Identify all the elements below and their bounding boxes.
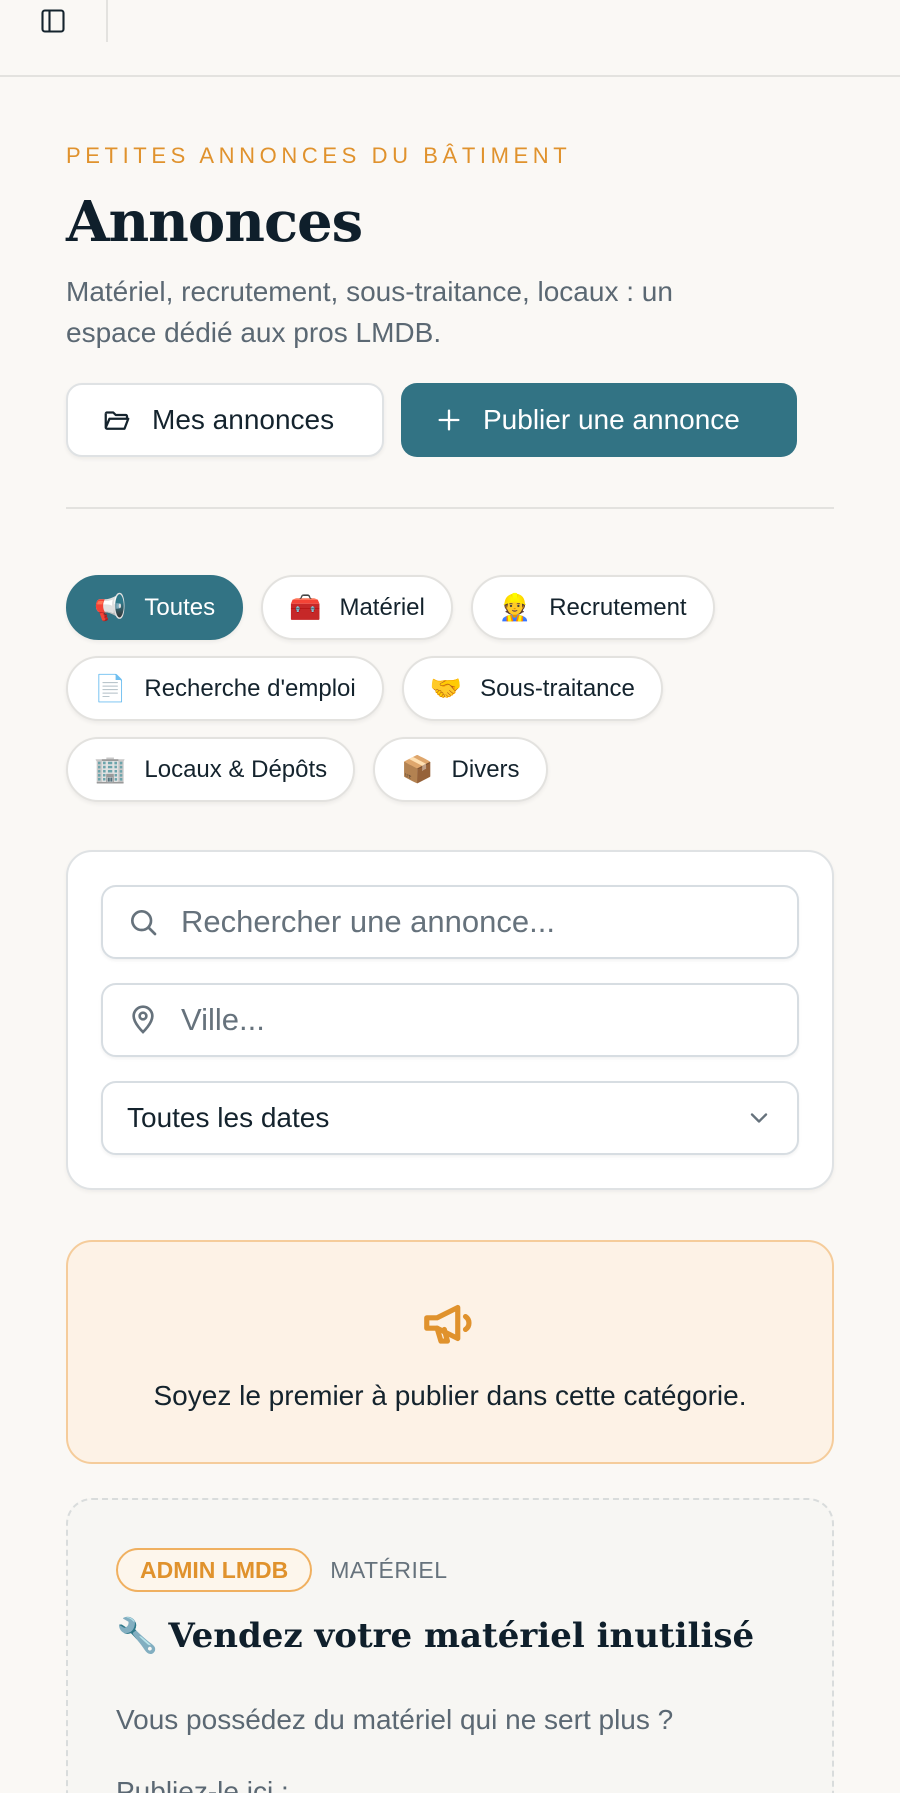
- action-buttons: Mes annonces Publier une annonce: [66, 383, 834, 457]
- wrench-icon: 🔧: [116, 1616, 159, 1656]
- category-chip-divers[interactable]: 📦 Divers: [373, 737, 548, 802]
- sidebar-toggle-button[interactable]: [36, 4, 70, 38]
- topbar-divider: [106, 0, 108, 42]
- ad-body: Vous possédez du matériel qui ne sert pl…: [116, 1684, 784, 1793]
- document-icon: 📄: [94, 673, 127, 704]
- filter-panel: Toutes les dates: [66, 850, 834, 1190]
- category-chip-label: Toutes: [144, 593, 216, 621]
- megaphone-icon: [424, 1304, 472, 1344]
- ad-category: MATÉRIEL: [330, 1556, 448, 1583]
- city-field: [101, 983, 799, 1057]
- date-select-value: Toutes les dates: [127, 1102, 330, 1133]
- main-content: PETITES ANNONCES DU BÂTIMENT Annonces Ma…: [0, 143, 900, 1793]
- category-chip-label: Sous-traitance: [480, 674, 635, 702]
- category-chip-label: Recherche d'emploi: [144, 674, 356, 702]
- category-chip-label: Recrutement: [549, 593, 687, 621]
- date-select[interactable]: Toutes les dates: [101, 1081, 799, 1155]
- admin-badge: ADMIN LMDB: [116, 1548, 313, 1592]
- category-chip-recrutement[interactable]: 👷 Recrutement: [470, 575, 715, 640]
- publish-ad-label: Publier une annonce: [483, 404, 740, 435]
- ad-body-line: Vous possédez du matériel qui ne sert pl…: [116, 1704, 674, 1735]
- empty-state: Soyez le premier à publier dans cette ca…: [66, 1240, 834, 1464]
- top-bar: [0, 0, 900, 77]
- admin-ad-card[interactable]: ADMIN LMDB MATÉRIEL 🔧 Vendez votre matér…: [66, 1498, 834, 1793]
- ad-title: 🔧 Vendez votre matériel inutilisé: [116, 1616, 784, 1656]
- publish-ad-button[interactable]: Publier une annonce: [401, 383, 797, 457]
- my-ads-button[interactable]: Mes annonces: [66, 383, 384, 457]
- search-input[interactable]: [181, 904, 773, 940]
- category-filter: 📢 Toutes 🧰 Matériel 👷 Recrutement 📄 Rech…: [66, 575, 834, 802]
- handshake-icon: 🤝: [429, 673, 463, 704]
- megaphone-icon: 📢: [94, 592, 127, 623]
- ad-body-line: Publiez-le ici :: [116, 1776, 289, 1793]
- ad-meta: ADMIN LMDB MATÉRIEL: [116, 1548, 784, 1592]
- category-chip-locaux[interactable]: 🏢 Locaux & Dépôts: [66, 737, 356, 802]
- category-chip-label: Divers: [451, 755, 520, 783]
- category-chip-label: Locaux & Dépôts: [144, 755, 328, 783]
- category-chip-recherche-emploi[interactable]: 📄 Recherche d'emploi: [66, 656, 384, 721]
- category-chip-label: Matériel: [339, 593, 425, 621]
- chevron-down-icon: [750, 1113, 768, 1123]
- ad-title-text: Vendez votre matériel inutilisé: [168, 1616, 755, 1656]
- plus-icon: [438, 409, 460, 431]
- page-subtitle: Matériel, recrutement, sous-traitance, l…: [66, 276, 673, 348]
- map-pin-icon: [132, 1005, 154, 1034]
- page-title: Annonces: [66, 189, 363, 255]
- worker-icon: 👷: [498, 592, 532, 623]
- section-divider: [66, 507, 834, 509]
- folder-open-icon: [104, 411, 130, 430]
- category-chip-materiel[interactable]: 🧰 Matériel: [261, 575, 453, 640]
- search-icon: [131, 910, 157, 936]
- sidebar-icon: [41, 9, 65, 33]
- my-ads-label: Mes annonces: [152, 404, 335, 435]
- category-chip-toutes[interactable]: 📢 Toutes: [66, 575, 244, 640]
- city-input[interactable]: [181, 1002, 773, 1038]
- page-eyebrow: PETITES ANNONCES DU BÂTIMENT: [66, 143, 572, 168]
- search-field: [101, 885, 799, 959]
- toolbox-icon: 🧰: [289, 592, 322, 623]
- category-chip-sous-traitance[interactable]: 🤝 Sous-traitance: [401, 656, 663, 721]
- empty-state-message: Soyez le premier à publier dans cette ca…: [153, 1380, 747, 1411]
- package-icon: 📦: [401, 754, 434, 785]
- building-icon: 🏢: [94, 754, 127, 785]
